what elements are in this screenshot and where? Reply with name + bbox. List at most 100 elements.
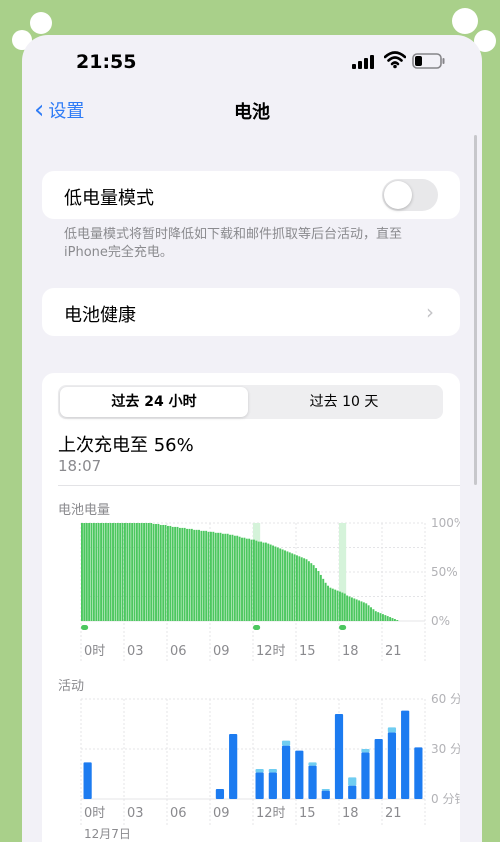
activity-screen-on-bar <box>348 785 357 799</box>
activity-screen-on-bar <box>268 772 277 799</box>
wifi-icon <box>384 51 406 69</box>
battery-level-bar <box>250 539 253 621</box>
divider <box>58 485 460 486</box>
battery-level-bar <box>245 538 248 621</box>
battery-level-bar <box>391 618 394 621</box>
battery-level-bar <box>97 523 100 621</box>
x-tick-label: 03 <box>127 644 144 659</box>
cellular-signal-icon <box>352 55 374 69</box>
activity-screen-on-bar <box>255 772 264 799</box>
battery-level-bar <box>355 599 358 621</box>
y-tick-label: 60 分钟 <box>431 691 460 706</box>
battery-usage-card: 过去 24 小时 过去 10 天 上次充电至 56% 18:07 电池电量 活动… <box>42 373 460 842</box>
battery-level-bar <box>143 523 146 621</box>
battery-level-bar <box>274 546 277 621</box>
activity-screen-on-bar <box>401 710 410 799</box>
y-tick-label: 30 分钟 <box>431 741 460 756</box>
battery-level-bar <box>81 523 83 621</box>
battery-level-bar <box>85 523 88 621</box>
battery-level-bar <box>119 523 122 621</box>
battery-level-bar <box>329 587 332 621</box>
x-tick-label: 09 <box>213 644 230 659</box>
activity-screen-off-bar <box>387 727 397 733</box>
battery-level-bar <box>145 523 148 621</box>
battery-level-bar <box>343 593 346 621</box>
battery-level-bar <box>155 523 157 621</box>
charging-indicator <box>81 625 89 630</box>
activity-screen-on-bar <box>281 745 291 799</box>
battery-level-bar <box>322 578 325 621</box>
battery-level-bar <box>312 565 315 621</box>
x-tick-label: 18 <box>342 644 359 659</box>
low-power-row: 低电量模式 <box>42 171 460 219</box>
low-power-toggle[interactable] <box>382 179 438 211</box>
battery-level-bar <box>198 529 200 621</box>
activity-screen-off-bar <box>268 769 277 773</box>
battery-level-chart-title: 电池电量 <box>58 503 110 518</box>
battery-level-bar <box>107 523 110 621</box>
battery-level-bar <box>174 526 177 621</box>
battery-level-bar <box>317 571 320 621</box>
tab-last-10-days[interactable]: 过去 10 天 <box>250 387 438 417</box>
battery-level-bar <box>291 553 294 621</box>
battery-level-bar <box>169 525 172 621</box>
tab-last-24-hours[interactable]: 过去 24 小时 <box>60 387 248 417</box>
x-tick-label: 12时 <box>256 644 286 659</box>
battery-level-bar <box>260 541 263 621</box>
battery-level-bar <box>214 532 217 621</box>
battery-level-bar <box>138 523 141 621</box>
battery-level-bar <box>341 592 344 621</box>
battery-level-bar <box>100 523 103 621</box>
battery-level-bar <box>236 535 239 621</box>
scrollbar[interactable] <box>474 135 477 485</box>
battery-level-bar <box>135 523 138 621</box>
battery-level-bar <box>186 528 189 621</box>
battery-level-bar <box>310 563 313 621</box>
navigation-bar: ‹ 设置 电池 <box>22 91 482 131</box>
activity-screen-on-bar <box>334 714 344 799</box>
x-tick-label: 21 <box>385 644 402 659</box>
battery-health-label: 电池健康 <box>64 305 136 326</box>
battery-level-bar <box>131 523 134 621</box>
charging-indicator <box>253 625 261 630</box>
activity-screen-on-bar <box>387 732 397 799</box>
activity-screen-off-bar <box>255 769 264 773</box>
x-tick-label: 06 <box>170 644 187 659</box>
battery-level-bar <box>267 543 270 621</box>
battery-level-bar <box>224 533 227 621</box>
activity-screen-on-bar <box>308 765 317 799</box>
x-tick-label: 09 <box>213 806 230 821</box>
battery-level-bar <box>396 620 399 621</box>
activity-screen-on-bar <box>414 747 423 799</box>
battery-level-bar <box>384 615 387 621</box>
battery-level-bar <box>95 523 98 621</box>
battery-level-bar <box>264 542 267 621</box>
battery-level-bar <box>296 555 298 621</box>
battery-level-bar <box>350 597 353 621</box>
battery-level-bar <box>307 561 310 621</box>
battery-level-bar <box>298 556 301 621</box>
battery-level-bar <box>176 526 179 621</box>
battery-level-bar <box>389 617 392 621</box>
battery-level-bar <box>300 557 303 621</box>
battery-level-bar <box>281 549 284 621</box>
x-tick-label: 12时 <box>256 806 286 821</box>
battery-level-bar <box>324 582 327 621</box>
battery-level-bar <box>377 612 380 621</box>
battery-level-bar <box>238 536 241 621</box>
x-tick-label: 0时 <box>84 806 105 821</box>
battery-level-bar <box>183 527 186 621</box>
toggle-knob <box>384 181 412 209</box>
time-range-segmented-control: 过去 24 小时 过去 10 天 <box>58 385 443 419</box>
date-label: 12月7日 <box>84 827 131 841</box>
battery-level-bar <box>195 529 198 621</box>
battery-level-bar <box>159 524 162 621</box>
battery-level-bar <box>217 532 220 621</box>
battery-health-row[interactable]: 电池健康 › <box>42 288 460 336</box>
battery-level-bar <box>90 523 93 621</box>
battery-level-bar <box>133 523 136 621</box>
battery-level-bar <box>253 539 255 621</box>
battery-level-bar <box>305 559 308 621</box>
battery-level-bar <box>360 601 363 621</box>
battery-level-bar <box>152 523 155 621</box>
